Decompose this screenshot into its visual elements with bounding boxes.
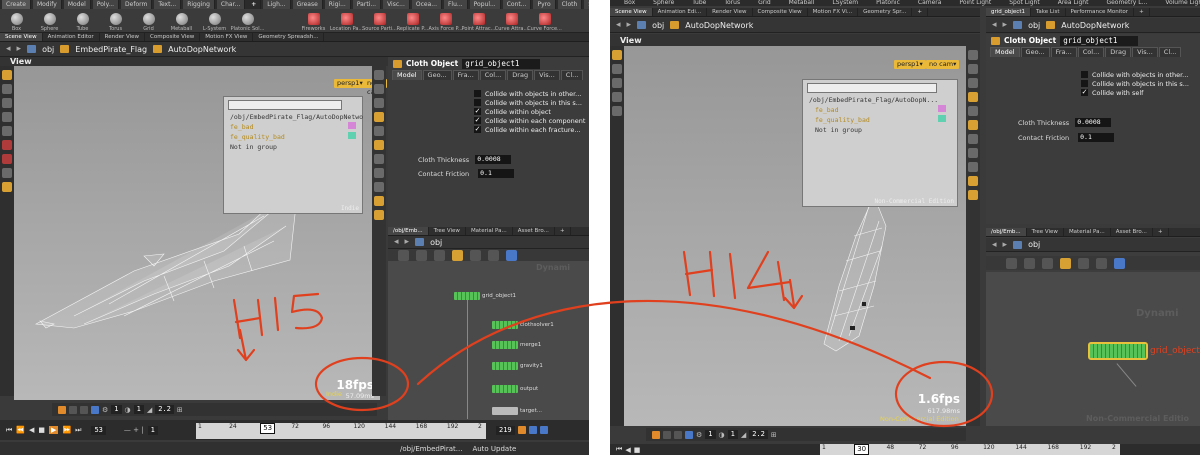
handwritten-h15-stroke [234,316,262,324]
handwritten-h14-stroke [684,268,714,276]
handwritten-h15-stroke [290,292,324,330]
handwritten-h14-stroke [746,250,792,302]
comparison-arrow [416,299,932,386]
fps-circle [314,356,410,412]
annotation-overlay [232,250,994,428]
handwritten-h14-stroke [708,250,716,298]
handwritten-h15-stroke [232,298,242,340]
handwritten-h14-stroke [728,252,737,300]
down-arrow [783,278,804,310]
down-arrow [236,328,256,362]
handwritten-h15-stroke [273,296,280,332]
fps-circle [894,360,994,428]
